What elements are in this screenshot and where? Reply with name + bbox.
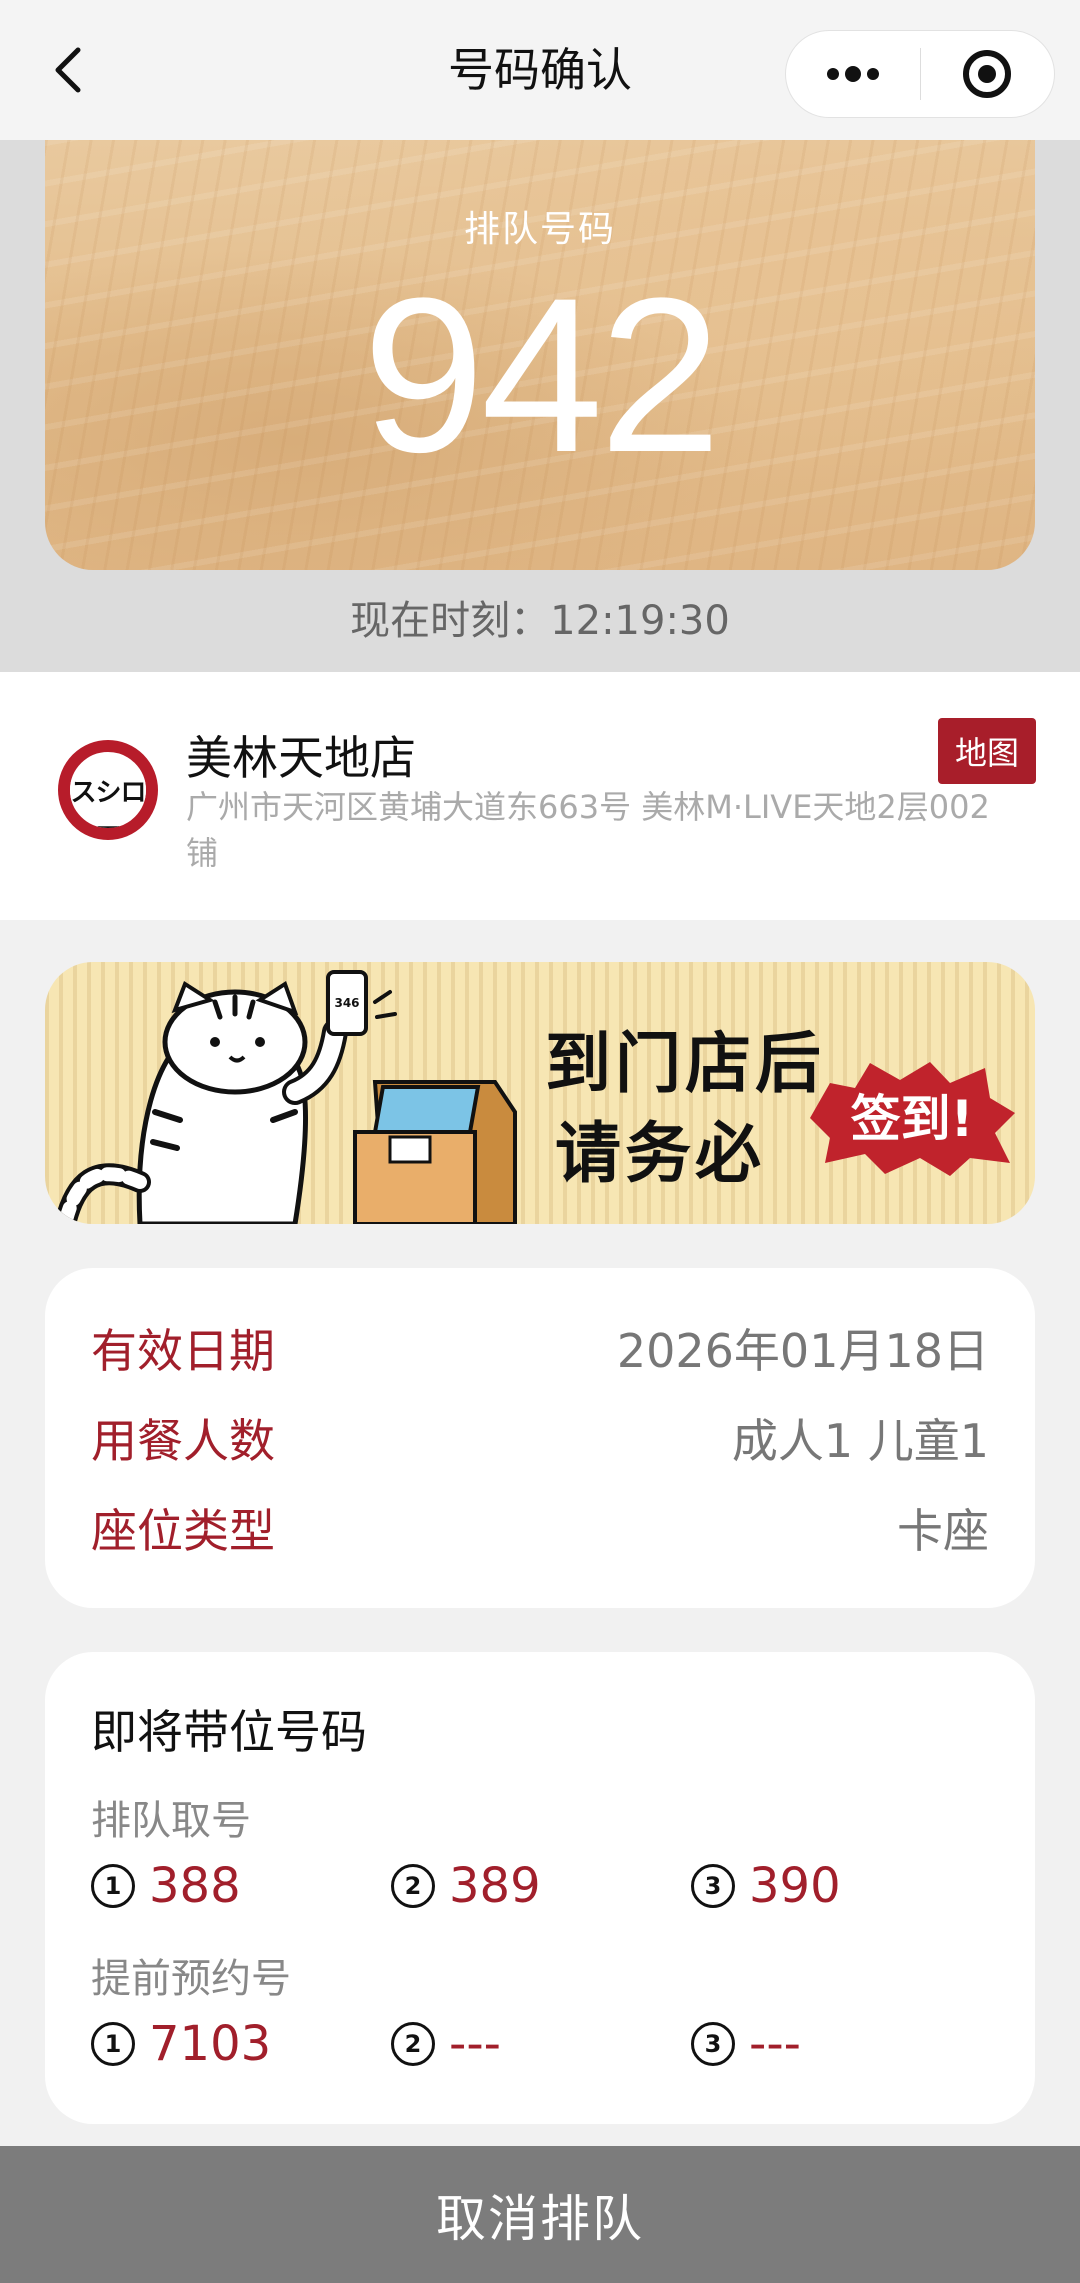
map-button[interactable]: 地图: [938, 718, 1036, 784]
current-time: 现在时刻：12:19:30: [0, 588, 1080, 646]
queue-number-item: 3 390: [691, 1856, 841, 1916]
target-circle-icon: [963, 50, 1012, 98]
store-address: 广州市天河区黄埔大道东663号 美林M·LIVE天地2层002铺: [186, 788, 990, 872]
number-value: 390: [749, 1858, 841, 1914]
queue-section-label: 排队取号: [91, 1798, 251, 1844]
current-time-value: 12:19:30: [550, 598, 730, 644]
number-value: ---: [749, 2016, 801, 2072]
reserve-number-item: 1 7103: [91, 2014, 271, 2074]
queue-number-label: 排队号码: [463, 209, 616, 250]
queue-ticket-card: 排队号码 942: [45, 140, 1035, 570]
number-value: 7103: [149, 2016, 272, 2072]
more-button[interactable]: [786, 30, 920, 118]
number-value: ---: [449, 2016, 501, 2072]
index-circle: 1: [91, 1864, 135, 1908]
info-key: 座位类型: [91, 1504, 275, 1558]
upcoming-title: 即将带位号码: [91, 1705, 367, 1759]
queue-number: 942: [362, 252, 721, 498]
index-circle: 1: [91, 2022, 135, 2066]
number-value: 389: [449, 1858, 541, 1914]
upcoming-numbers-card: 即将带位号码 排队取号 1 388 2 389 3 390 提前预约号 1 71…: [45, 1652, 1035, 2124]
reserve-section-label: 提前预约号: [91, 1956, 291, 2002]
info-value: 卡座: [897, 1504, 989, 1558]
banner-line-2: 请务必: [555, 1115, 765, 1192]
cancel-queue-label: 取消排队: [436, 2189, 644, 2248]
banner-line-1: 到门店后: [545, 1025, 825, 1102]
info-key: 有效日期: [91, 1324, 275, 1378]
phone-number-text: 346: [334, 996, 359, 1010]
ticket-section: 排队号码 942 现在时刻：12:19:30: [0, 140, 1080, 672]
queue-numbers-row: 1 388 2 389 3 390: [91, 1856, 989, 1916]
info-key: 用餐人数: [91, 1414, 275, 1468]
index-circle: 3: [691, 2022, 735, 2066]
reserve-number-item: 2 ---: [391, 2014, 501, 2074]
info-row-party-size: 用餐人数 成人1 儿童1: [91, 1408, 989, 1468]
info-value: 2026年01月18日: [616, 1324, 989, 1378]
reserve-number-item: 3 ---: [691, 2014, 801, 2074]
checkin-reminder-banner: 346 到门店后 请务必 签到!: [45, 962, 1035, 1224]
store-info: スシロー 美林天地店 广州市天河区黄埔大道东663号 美林M·LIVE天地2层0…: [0, 672, 1080, 920]
cancel-queue-button[interactable]: 取消排队: [0, 2146, 1080, 2283]
store-name: 美林天地店: [186, 731, 416, 785]
mini-program-capsule: [785, 30, 1055, 118]
info-row-valid-date: 有效日期 2026年01月18日: [91, 1318, 989, 1378]
number-value: 388: [149, 1858, 241, 1914]
close-button[interactable]: [921, 30, 1055, 118]
reserve-numbers-row: 1 7103 2 --- 3 ---: [91, 2014, 989, 2074]
queue-number-item: 2 389: [391, 1856, 541, 1916]
store-logo: スシロー: [58, 740, 158, 840]
signin-burst-badge: 签到!: [810, 1062, 1015, 1176]
index-circle: 2: [391, 1864, 435, 1908]
reservation-info-card: 有效日期 2026年01月18日 用餐人数 成人1 儿童1 座位类型 卡座: [45, 1268, 1035, 1608]
info-value: 成人1 儿童1: [731, 1414, 989, 1468]
current-time-label: 现在时刻：: [350, 598, 551, 644]
tiger-mascot-illustration: 346: [54, 970, 517, 1224]
signin-text: 签到!: [851, 1090, 974, 1148]
index-circle: 3: [691, 1864, 735, 1908]
info-row-seat-type: 座位类型 卡座: [91, 1498, 989, 1558]
navigation-bar: 号码确认: [0, 0, 1080, 140]
queue-number-item: 1 388: [91, 1856, 241, 1916]
more-dots-icon: [826, 66, 879, 82]
index-circle: 2: [391, 2022, 435, 2066]
